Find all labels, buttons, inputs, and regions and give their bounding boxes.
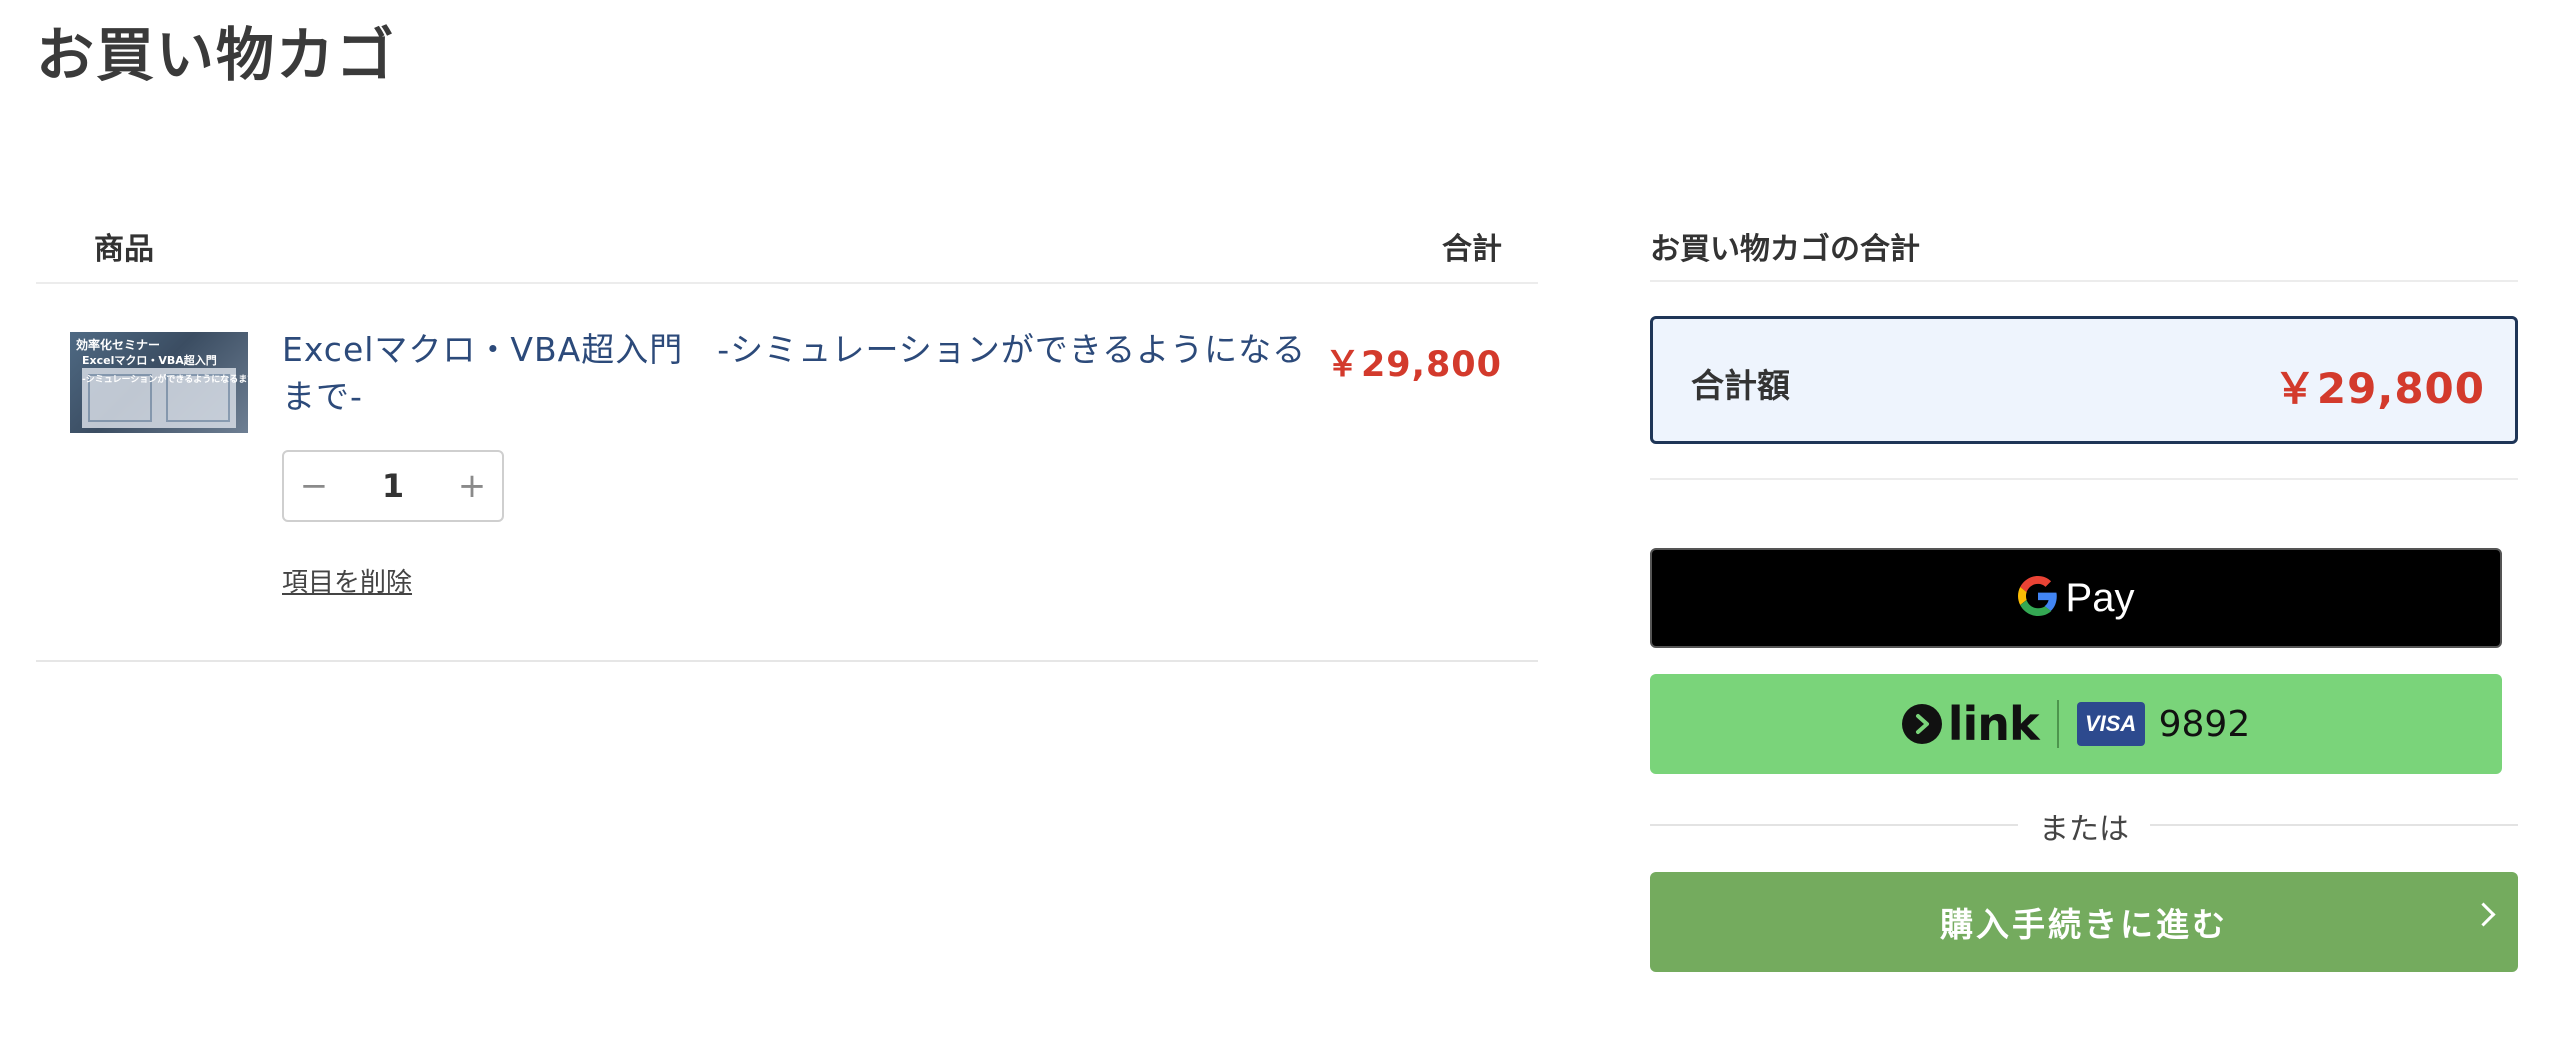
google-pay-button[interactable]: Pay	[1650, 548, 2502, 648]
cart-summary: お買い物カゴの合計 合計額 ￥29,800 Pay link VISA 9892…	[1650, 210, 2518, 972]
or-line-right	[2150, 824, 2518, 826]
google-pay-label: Pay	[2065, 575, 2135, 620]
link-pay-button[interactable]: link VISA 9892	[1650, 674, 2502, 774]
checkout-button[interactable]: 購入手続きに進む	[1650, 872, 2518, 972]
checkout-label: 購入手続きに進む	[1940, 905, 2228, 944]
cart-table-header: 商品 合計	[36, 210, 1538, 284]
total-box: 合計額 ￥29,800	[1650, 316, 2518, 444]
cart-item-row: 効率化セミナー Excelマクロ・VBA超入門 -シミュレーションができるように…	[36, 284, 1538, 662]
cart-table: 商品 合計 効率化セミナー Excelマクロ・VBA超入門 -シミュレーションが…	[36, 210, 1538, 662]
total-value: ￥29,800	[2273, 364, 2485, 413]
thumbnail-caption: -シミュレーションができるようになるまで-	[82, 375, 248, 385]
column-header-total: 合計	[1442, 232, 1502, 267]
chevron-right-icon	[2471, 902, 2496, 927]
quantity-stepper: − 1 +	[282, 450, 504, 522]
quantity-input[interactable]: 1	[344, 452, 442, 520]
or-divider: または	[1650, 804, 2518, 847]
link-logo-text: link	[1947, 697, 2040, 751]
quantity-decrease-button[interactable]: −	[284, 452, 344, 520]
product-name-link[interactable]: Excelマクロ・VBA超入門 -シミュレーションができるようになるまで-	[282, 326, 1322, 420]
link-arrow-icon	[1901, 704, 1942, 744]
line-item-price: ￥29,800	[1324, 345, 1502, 385]
page-title: お買い物カゴ	[36, 21, 397, 89]
summary-divider	[1650, 478, 2518, 480]
column-header-product: 商品	[94, 232, 154, 267]
visa-card-icon: VISA	[2076, 702, 2145, 746]
or-text: または	[2039, 812, 2129, 847]
thumbnail-caption: Excelマクロ・VBA超入門	[82, 354, 217, 367]
quantity-increase-button[interactable]: +	[442, 452, 502, 520]
thumbnail-caption: 効率化セミナー	[76, 338, 161, 352]
card-last4: 9892	[2158, 703, 2251, 745]
total-label: 合計額	[1691, 366, 1790, 405]
remove-item-link[interactable]: 項目を削除	[282, 562, 412, 599]
google-g-icon	[2017, 576, 2058, 620]
summary-title: お買い物カゴの合計	[1650, 210, 2518, 282]
link-separator	[2056, 700, 2059, 748]
product-thumbnail[interactable]: 効率化セミナー Excelマクロ・VBA超入門 -シミュレーションができるように…	[70, 332, 248, 433]
